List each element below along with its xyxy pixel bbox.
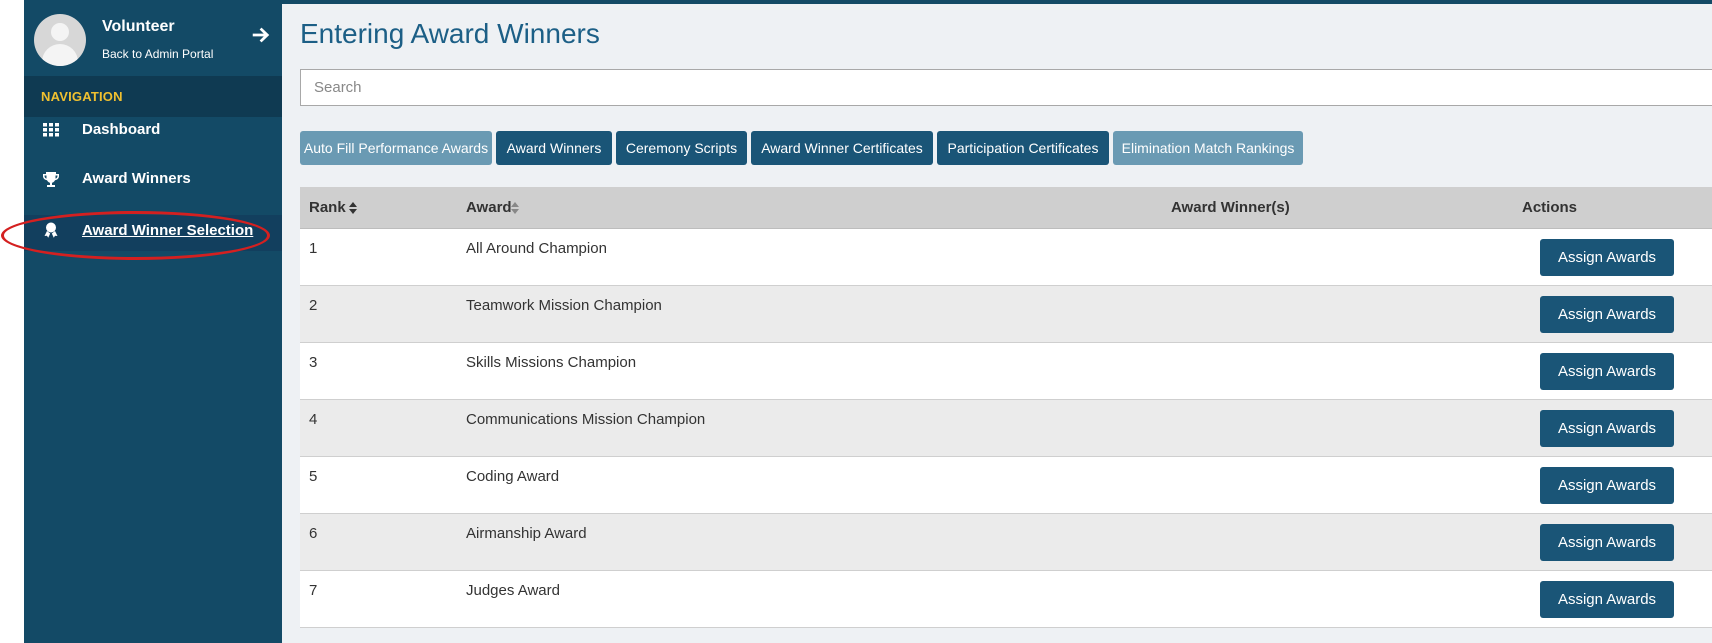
nav-header-label: NAVIGATION — [41, 89, 123, 104]
table-row: 7 Judges Award Assign Awards — [300, 571, 1712, 628]
column-header-actions: Actions — [1522, 199, 1578, 216]
rank-cell: 1 — [309, 240, 318, 257]
assign-awards-button[interactable]: Assign Awards — [1540, 410, 1674, 447]
sidebar-item-label: Dashboard — [82, 121, 161, 138]
sidebar-item-award-winners[interactable]: Award Winners — [24, 161, 282, 197]
assign-awards-button[interactable]: Assign Awards — [1540, 239, 1674, 276]
table-row: 3 Skills Missions Champion Assign Awards — [300, 343, 1712, 400]
assign-awards-button[interactable]: Assign Awards — [1540, 581, 1674, 618]
column-header-award[interactable]: Award — [466, 199, 512, 216]
page-title: Entering Award Winners — [300, 18, 600, 49]
rank-cell: 7 — [309, 582, 318, 599]
award-name-cell: Judges Award — [466, 582, 560, 599]
award-name-cell: Teamwork Mission Champion — [466, 297, 662, 314]
elimination-match-rankings-button[interactable]: Elimination Match Rankings — [1113, 131, 1303, 165]
rank-cell: 6 — [309, 525, 318, 542]
table-row: 4 Communications Mission Champion Assign A… — [300, 400, 1712, 457]
award-name-cell: Airmanship Award — [466, 525, 587, 542]
main-content: Entering Award Winners Auto Fill Perform… — [282, 0, 1712, 643]
top-bar — [282, 0, 1712, 4]
grid-icon — [43, 123, 59, 137]
award-name-cell: Coding Award — [466, 468, 560, 485]
rank-cell: 4 — [309, 411, 318, 428]
annotation-circle — [1, 211, 270, 260]
left-gutter — [0, 0, 24, 643]
award-name-cell: All Around Champion — [466, 240, 607, 257]
award-name-cell: Skills Missions Champion — [466, 354, 637, 371]
sidebar-item-dashboard[interactable]: Dashboard — [24, 112, 282, 148]
table-row: 6 Airmanship Award Assign Awards — [300, 514, 1712, 571]
sidebar-item-label: Award Winners — [82, 170, 191, 187]
sidebar: Volunteer Back to Admin Portal NAVIGATIO… — [24, 0, 282, 643]
rank-cell: 2 — [309, 297, 318, 314]
column-header-award-winners: Award Winner(s) — [1171, 199, 1290, 216]
sort-icon[interactable] — [510, 201, 520, 215]
search-input[interactable] — [300, 69, 1712, 106]
back-to-admin-portal-link[interactable]: Back to Admin Portal — [102, 47, 213, 61]
trophy-icon — [43, 172, 59, 187]
participation-certificates-button[interactable]: Participation Certificates — [937, 131, 1109, 165]
table-header: Rank Award Award Winner(s) Actions — [300, 187, 1712, 229]
table-row: 1 All Around Champion Assign Awards — [300, 229, 1712, 286]
assign-awards-button[interactable]: Assign Awards — [1540, 353, 1674, 390]
table-row: 2 Teamwork Mission Champion Assign Awards — [300, 286, 1712, 343]
profile-name: Volunteer — [102, 18, 175, 35]
user-avatar — [34, 14, 86, 66]
column-header-rank[interactable]: Rank — [309, 199, 346, 216]
auto-fill-performance-awards-button[interactable]: Auto Fill Performance Awards — [300, 131, 492, 165]
rank-cell: 3 — [309, 354, 318, 371]
ceremony-scripts-button[interactable]: Ceremony Scripts — [616, 131, 747, 165]
assign-awards-button[interactable]: Assign Awards — [1540, 467, 1674, 504]
rank-cell: 5 — [309, 468, 318, 485]
award-winner-certificates-button[interactable]: Award Winner Certificates — [751, 131, 933, 165]
table-row: 5 Coding Award Assign Awards — [300, 457, 1712, 514]
award-name-cell: Communications Mission Champion — [466, 411, 706, 428]
award-winners-button[interactable]: Award Winners — [496, 131, 612, 165]
nav-header: NAVIGATION — [24, 76, 282, 117]
assign-awards-button[interactable]: Assign Awards — [1540, 296, 1674, 333]
profile-panel: Volunteer Back to Admin Portal — [24, 0, 282, 76]
arrow-right-icon[interactable] — [250, 24, 272, 46]
sort-icon[interactable] — [348, 201, 358, 215]
assign-awards-button[interactable]: Assign Awards — [1540, 524, 1674, 561]
